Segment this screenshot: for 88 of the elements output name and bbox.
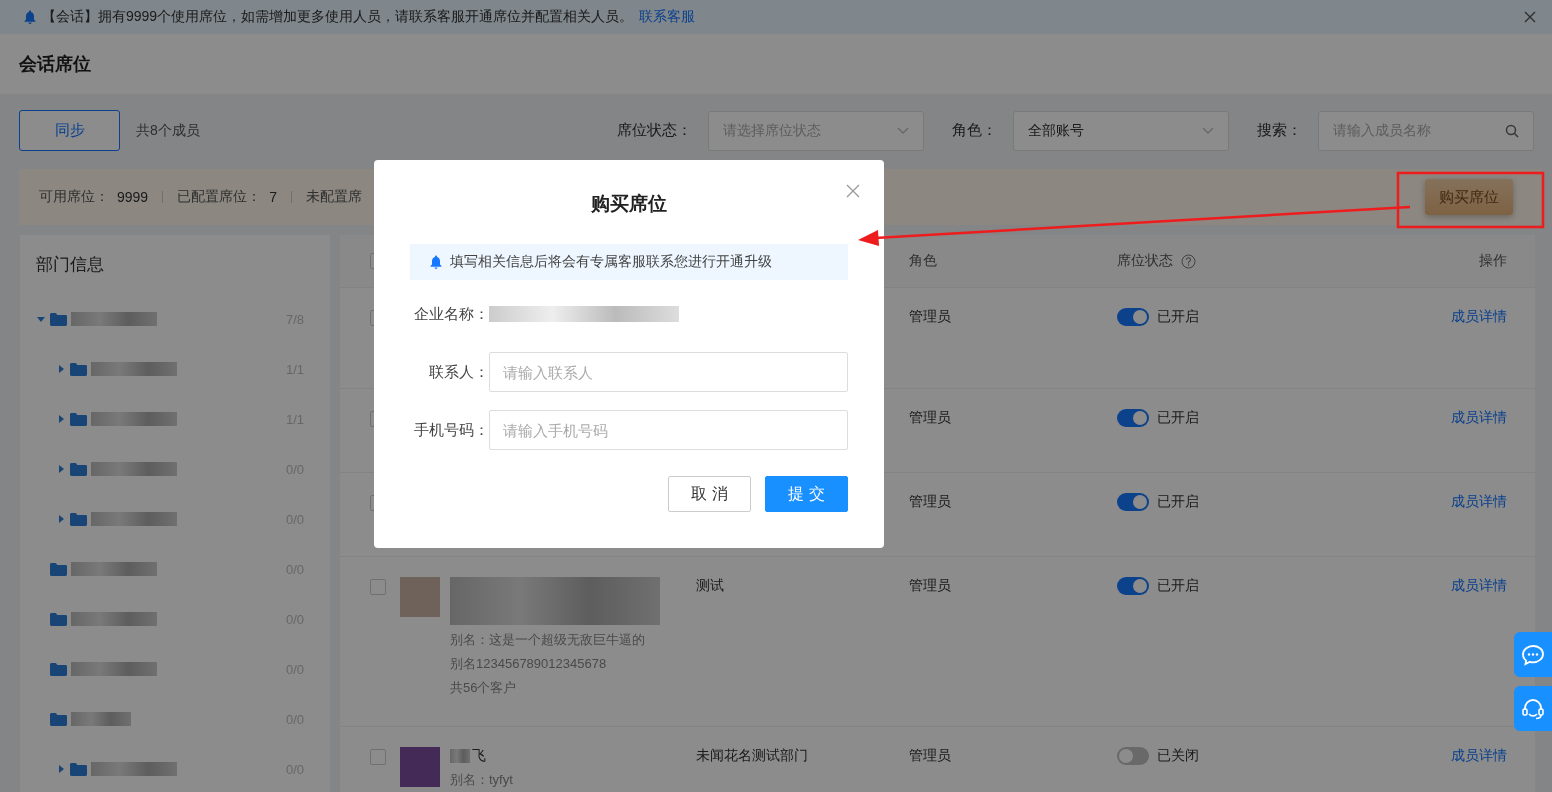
chat-button[interactable] xyxy=(1514,632,1552,677)
help-icon[interactable] xyxy=(1181,253,1196,269)
field-label: 联系人： xyxy=(428,362,489,382)
folder-icon xyxy=(50,662,67,676)
member-details-link[interactable]: 成员详情 xyxy=(1451,308,1507,326)
chevron-down-icon xyxy=(897,126,909,135)
support-button[interactable] xyxy=(1514,686,1552,731)
role-cell-text: 管理员 xyxy=(909,409,952,427)
status-text: 已开启 xyxy=(1157,308,1199,326)
field-label: 手机号码： xyxy=(413,420,489,440)
stat-label: 已配置席位： xyxy=(177,188,262,206)
checkbox[interactable] xyxy=(370,749,386,765)
input-field[interactable]: 请输入联系人 xyxy=(489,352,848,392)
folder-icon xyxy=(50,312,67,326)
stat-value: 9999 xyxy=(117,189,149,205)
notice-text: 【会话】拥有9999个使用席位，如需增加更多使用人员，请联系客服开通席位并配置相关人员。 xyxy=(42,8,634,26)
filter-label: 席位状态： xyxy=(617,121,692,140)
avatar-placeholder xyxy=(400,747,440,787)
folder-icon xyxy=(70,362,87,376)
caret-right-icon[interactable] xyxy=(56,464,66,474)
blurred-name xyxy=(450,749,470,763)
folder-icon xyxy=(50,712,67,726)
avatar-placeholder xyxy=(400,577,440,617)
bell-icon xyxy=(430,255,442,269)
filter-label: 角色： xyxy=(952,121,997,140)
close-icon[interactable] xyxy=(846,184,860,198)
caret-right-icon[interactable] xyxy=(56,514,66,524)
stat-value: 7 xyxy=(269,189,277,205)
folder-icon xyxy=(50,562,67,576)
department-cell: 测试 xyxy=(696,577,724,593)
folder-icon xyxy=(70,512,87,526)
stat-label: 未配置席 xyxy=(305,188,362,206)
folder-icon xyxy=(70,412,87,426)
headset-icon xyxy=(1521,696,1545,721)
blurred-name xyxy=(71,712,131,726)
tip-text: 填写相关信息后将会有专属客服联系您进行开通升级 xyxy=(450,253,772,271)
member-note: 别名：tyfyt xyxy=(450,771,513,789)
role-cell-text: 管理员 xyxy=(909,747,952,765)
sidebar-title: 部门信息 xyxy=(36,254,104,276)
member-details-link[interactable]: 成员详情 xyxy=(1451,409,1507,427)
column-header: 角色 xyxy=(909,252,938,270)
submit-button[interactable]: 提 交 xyxy=(765,476,848,512)
chevron-down-icon xyxy=(1202,126,1214,135)
caret-right-icon[interactable] xyxy=(56,364,66,374)
column-header: 操作 xyxy=(1479,252,1507,270)
member-details-link[interactable]: 成员详情 xyxy=(1451,747,1507,765)
contact-link[interactable]: 联系客服 xyxy=(639,8,696,26)
field-label: 企业名称： xyxy=(413,304,489,324)
sync-button[interactable]: 同步 xyxy=(19,110,120,151)
input-field[interactable]: 请输入手机号码 xyxy=(489,410,848,450)
checkbox[interactable] xyxy=(370,579,386,595)
folder-icon xyxy=(50,612,67,626)
search-icon[interactable] xyxy=(1505,123,1519,138)
member-name: 飞 xyxy=(472,747,486,765)
folder-icon xyxy=(70,462,87,476)
member-details-link[interactable]: 成员详情 xyxy=(1451,577,1507,595)
caret-right-icon[interactable] xyxy=(56,764,66,774)
caret-right-icon[interactable] xyxy=(56,414,66,424)
chat-icon xyxy=(1521,643,1545,666)
toggle-switch[interactable] xyxy=(1117,747,1149,765)
department-cell: 未闻花名测试部门 xyxy=(696,747,808,763)
status-text: 已开启 xyxy=(1157,577,1199,595)
column-header: 席位状态 xyxy=(1117,252,1173,270)
status-text: 已开启 xyxy=(1157,409,1199,427)
bell-icon xyxy=(24,10,36,24)
dialog-title: 购买席位 xyxy=(590,192,668,216)
status-text: 已关闭 xyxy=(1157,747,1199,765)
stat-label: 可用席位： xyxy=(39,188,109,206)
toggle-switch[interactable] xyxy=(1117,493,1149,511)
role-cell-text: 管理员 xyxy=(909,577,952,595)
member-total: 共8个成员 xyxy=(136,121,200,140)
member-details-link[interactable]: 成员详情 xyxy=(1451,493,1507,511)
folder-icon xyxy=(70,762,87,776)
toggle-switch[interactable] xyxy=(1117,409,1149,427)
cancel-button[interactable]: 取 消 xyxy=(668,476,751,512)
close-icon[interactable] xyxy=(1524,11,1536,23)
caret-down-icon[interactable] xyxy=(36,314,46,324)
page-title: 会话席位 xyxy=(19,53,91,76)
role-cell-text: 管理员 xyxy=(909,308,952,326)
member-note: 别名123456789012345678 xyxy=(450,655,608,673)
buy-seats-button[interactable]: 购买席位 xyxy=(1425,179,1513,215)
toggle-switch[interactable] xyxy=(1117,308,1149,326)
filter-label: 搜索： xyxy=(1257,121,1302,140)
role-cell-text: 管理员 xyxy=(909,493,952,511)
status-text: 已开启 xyxy=(1157,493,1199,511)
member-note: 共56个客户 xyxy=(450,679,518,697)
toggle-switch[interactable] xyxy=(1117,577,1149,595)
select-field[interactable]: 全部账号 xyxy=(1013,110,1229,151)
